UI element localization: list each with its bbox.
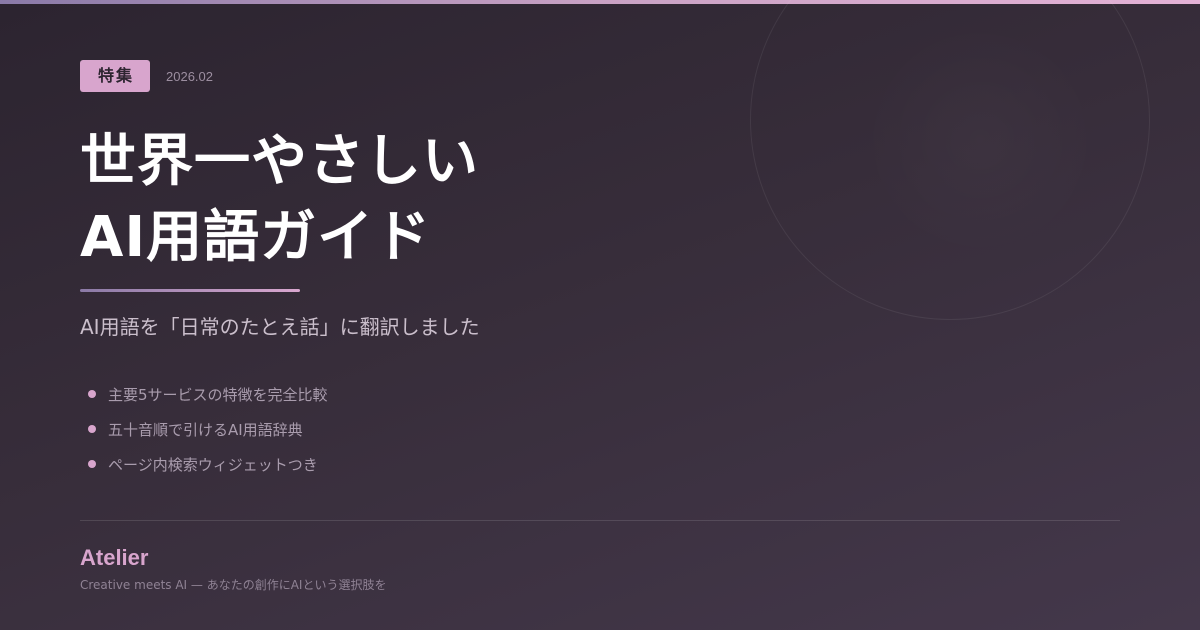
- category-badge: 特集: [80, 60, 151, 92]
- title-underline: [80, 289, 300, 292]
- title-line-1: 世界一やさしい: [80, 129, 479, 194]
- feature-item: 主要5サービスの特徴を完全比較: [80, 380, 328, 408]
- feature-item: ページ内検索ウィジェットつき: [80, 450, 328, 478]
- feature-text: 五十音順で引けるAI用語辞典: [108, 420, 303, 439]
- bullet-dot-icon: [88, 460, 96, 468]
- footer-divider: [80, 520, 1120, 521]
- publish-date: 2026.02: [166, 68, 214, 84]
- feature-text: 主要5サービスの特徴を完全比較: [108, 385, 328, 404]
- bullet-dot-icon: [88, 390, 96, 398]
- cover-card: 特集 2026.02 世界一やさしい AI用語ガイド AI用語を「日常のたとえ話…: [0, 0, 1200, 630]
- brand-name: Atelier: [80, 545, 149, 570]
- meta-row: 特集 2026.02: [80, 60, 213, 92]
- decorative-glow: [860, 20, 1100, 260]
- title-line-2: AI用語ガイド: [80, 205, 432, 270]
- feature-text: ページ内検索ウィジェットつき: [108, 455, 318, 474]
- feature-item: 五十音順で引けるAI用語辞典: [80, 415, 328, 443]
- bullet-dot-icon: [88, 425, 96, 433]
- page-title: 世界一やさしい AI用語ガイド: [80, 124, 479, 276]
- subtitle: AI用語を「日常のたとえ話」に翻訳しました: [80, 315, 480, 339]
- feature-list: 主要5サービスの特徴を完全比較 五十音順で引けるAI用語辞典 ページ内検索ウィジ…: [80, 380, 328, 485]
- brand-tagline: Creative meets AI — あなたの創作にAIという選択肢を: [80, 578, 387, 592]
